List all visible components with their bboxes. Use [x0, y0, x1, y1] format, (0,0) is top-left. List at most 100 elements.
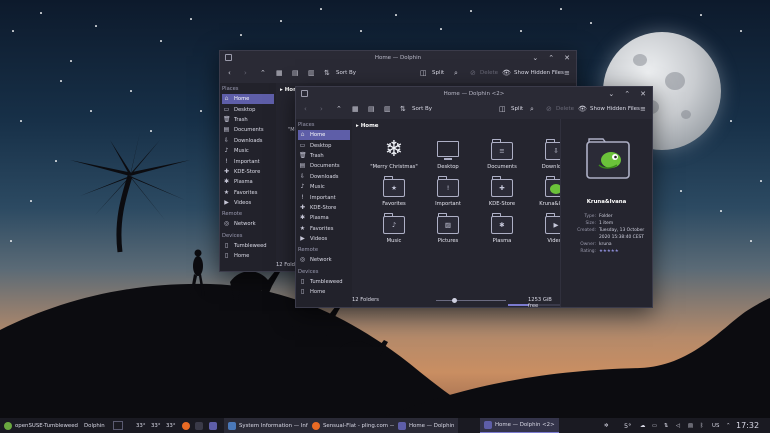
sidebar-item-home[interactable]: ⌂ Home [298, 130, 350, 141]
minimize-icon[interactable]: ⌄ [608, 90, 614, 98]
sidebar-item-network[interactable]: ◎ Network [296, 255, 352, 265]
split-icon[interactable]: ◫ [420, 69, 427, 77]
volume-icon[interactable]: ◁ [676, 418, 680, 433]
folder-item[interactable]: ❄ "Merry Christmas" [367, 139, 421, 171]
application-launcher[interactable]: openSUSE-Tumbleweed [4, 418, 78, 433]
trash-icon[interactable]: ⊘ [470, 69, 476, 77]
keyboard-layout[interactable]: US [712, 418, 719, 433]
sidebar-item-home[interactable]: ⌂ Home [222, 94, 274, 105]
sort-icon[interactable]: ⇅ [324, 69, 330, 77]
settings-gear-icon[interactable]: ✲ [604, 418, 609, 433]
sidebar-item-documents[interactable]: ▤ Documents [296, 161, 352, 171]
forward-arrow-icon[interactable]: › [244, 69, 247, 77]
trash-icon[interactable]: ⊘ [546, 105, 552, 113]
split-icon[interactable]: ◫ [499, 105, 506, 113]
file-view[interactable]: ▸ Home ❄ "Merry Christmas" Desktop ≡ Documen… [352, 119, 573, 307]
folder-item[interactable]: ♪ Music [367, 213, 421, 244]
sidebar-item-trash[interactable]: 🗑 Trash [220, 115, 276, 125]
dolphin-launcher-icon[interactable] [209, 418, 220, 433]
back-arrow-icon[interactable]: ‹ [228, 69, 231, 77]
minimize-icon[interactable]: ⌄ [532, 54, 538, 62]
folder-item[interactable]: ! Important [421, 176, 475, 207]
sidebar-item-videos[interactable]: ▶ Videos [296, 234, 352, 244]
sidebar-item-home[interactable]: ▯ Home [220, 251, 276, 261]
show-hidden-button[interactable]: Show Hidden Files [514, 70, 564, 76]
back-arrow-icon[interactable]: ‹ [304, 105, 307, 113]
sidebar-item-desktop[interactable]: ▭ Desktop [296, 140, 352, 150]
sidebar-item-documents[interactable]: ▤ Documents [220, 125, 276, 135]
weather-temperature[interactable]: 5° [624, 418, 631, 433]
sidebar-item-plasma[interactable]: ✱ Plasma [296, 213, 352, 223]
tray-expand-icon[interactable]: ⌃ [726, 418, 731, 433]
display-icon[interactable]: ▭ [652, 418, 657, 433]
app-menu-label[interactable]: Dolphin [84, 418, 105, 433]
folder-item[interactable]: ✚ KDE-Store [475, 176, 529, 207]
sort-by-button[interactable]: Sort By [412, 106, 432, 112]
sort-by-button[interactable]: Sort By [336, 70, 356, 76]
compact-view-icon[interactable]: ▤ [368, 105, 375, 113]
sort-icon[interactable]: ⇅ [400, 105, 406, 113]
dolphin-window-front[interactable]: Home — Dolphin <2> ⌄ ⌃ ✕ ‹ › ⌃ ▦ ▤ ▥ ⇅ Sor… [295, 86, 653, 308]
terminal-launcher-icon[interactable] [195, 418, 206, 433]
task-dolphin-1[interactable]: Home — Dolphin [394, 418, 459, 433]
sidebar-item-network[interactable]: ◎ Network [220, 219, 276, 229]
sidebar-item-desktop[interactable]: ▭ Desktop [220, 104, 276, 114]
sidebar-item-kde-store[interactable]: ✚ KDE-Store [220, 167, 276, 177]
eye-icon[interactable]: 👁 [578, 105, 587, 113]
details-view-icon[interactable]: ▥ [308, 69, 315, 77]
up-arrow-icon[interactable]: ⌃ [260, 69, 266, 77]
compact-view-icon[interactable]: ▤ [292, 69, 299, 77]
sidebar-item-favorites[interactable]: ★ Favorites [220, 188, 276, 198]
maximize-icon[interactable]: ⌃ [624, 90, 630, 98]
sidebar-item-important[interactable]: ! Important [296, 192, 352, 202]
search-icon[interactable]: ⌕ [530, 105, 534, 114]
weather-icon[interactable]: ☁ [640, 418, 645, 433]
title-bar[interactable]: Home — Dolphin <2> ⌄ ⌃ ✕ [296, 87, 652, 101]
sidebar-item-favorites[interactable]: ★ Favorites [296, 224, 352, 234]
sidebar-item-tumbleweed[interactable]: ▯ Tumbleweed [296, 277, 352, 287]
zoom-slider-handle[interactable] [451, 298, 457, 303]
delete-button[interactable]: Delete [480, 70, 498, 76]
zoom-slider[interactable] [436, 298, 506, 303]
hamburger-menu-icon[interactable]: ≡ [564, 69, 570, 77]
pager[interactable] [113, 418, 123, 433]
firefox-launcher-icon[interactable] [182, 418, 193, 433]
icons-view-icon[interactable]: ▦ [276, 69, 283, 77]
folder-item[interactable]: ▨ Pictures [421, 213, 475, 244]
folder-item[interactable]: Desktop [421, 139, 475, 170]
maximize-icon[interactable]: ⌃ [548, 54, 554, 62]
sidebar-item-important[interactable]: ! Important [220, 156, 276, 166]
up-arrow-icon[interactable]: ⌃ [336, 105, 342, 113]
sidebar-item-kde-store[interactable]: ✚ KDE-Store [296, 203, 352, 213]
sidebar-item-plasma[interactable]: ✱ Plasma [220, 177, 276, 187]
icons-view-icon[interactable]: ▦ [352, 105, 359, 113]
folder-item[interactable]: ★ Favorites [367, 176, 421, 207]
folder-item[interactable]: ✱ Plasma [475, 213, 529, 244]
details-view-icon[interactable]: ▥ [384, 105, 391, 113]
task-dolphin-2[interactable]: Home — Dolphin <2> [480, 418, 559, 433]
folder-item[interactable]: ≡ Documents [475, 139, 529, 170]
clipboard-icon[interactable]: ▤ [688, 418, 693, 433]
digital-clock[interactable]: 17:32 [736, 418, 759, 433]
sidebar-item-music[interactable]: ♪ Music [220, 146, 276, 156]
sidebar-item-home[interactable]: ▯ Home [296, 287, 352, 297]
show-hidden-button[interactable]: Show Hidden Files [590, 106, 640, 112]
search-icon[interactable]: ⌕ [454, 69, 458, 78]
hamburger-menu-icon[interactable]: ≡ [640, 105, 646, 113]
sidebar-item-downloads[interactable]: ⇩ Downloads [220, 136, 276, 146]
sidebar-item-trash[interactable]: 🗑 Trash [296, 151, 352, 161]
split-button[interactable]: Split [511, 106, 523, 112]
sidebar-item-tumbleweed[interactable]: ▯ Tumbleweed [220, 241, 276, 251]
split-button[interactable]: Split [432, 70, 444, 76]
sidebar-item-videos[interactable]: ▶ Videos [220, 198, 276, 208]
network-icon[interactable]: ⇅ [664, 418, 669, 433]
bluetooth-icon[interactable]: ᛒ [700, 418, 703, 433]
info-value[interactable]: ★★★★★ [599, 248, 648, 255]
close-icon[interactable]: ✕ [564, 54, 570, 62]
delete-button[interactable]: Delete [556, 106, 574, 112]
sidebar-item-music[interactable]: ♪ Music [296, 182, 352, 192]
forward-arrow-icon[interactable]: › [320, 105, 323, 113]
sidebar-item-downloads[interactable]: ⇩ Downloads [296, 172, 352, 182]
title-bar[interactable]: Home — Dolphin ⌄ ⌃ ✕ [220, 51, 576, 65]
close-icon[interactable]: ✕ [640, 90, 646, 98]
